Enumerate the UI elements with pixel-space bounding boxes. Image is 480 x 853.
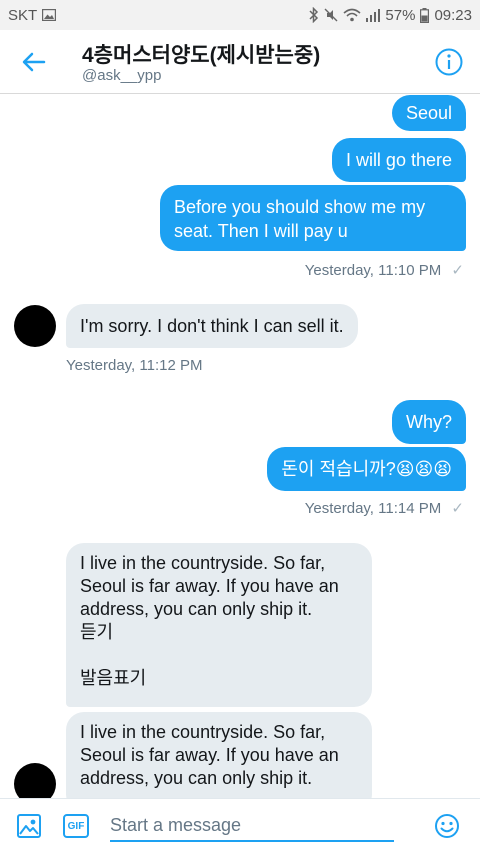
avatar[interactable] [14,305,56,347]
wifi-icon [343,8,361,22]
gif-label: GIF [67,820,85,832]
read-check-icon: ✓ [451,262,464,279]
battery-icon [420,7,430,23]
read-check-icon: ✓ [451,500,464,517]
info-icon [435,48,463,76]
gallery-notification-icon [42,9,57,21]
back-button[interactable] [14,44,54,80]
avatar[interactable] [14,763,56,798]
message-bubble-outgoing[interactable]: I will go there [331,138,466,182]
clock: 09:23 [434,6,472,24]
conversation-header: 4층머스터양도(제시받는중) @ask__ypp [0,30,480,94]
image-icon [17,814,41,838]
message-list[interactable]: Seoul I will go there Before you should … [0,95,480,798]
message-bubble-incoming[interactable]: I live in the countryside. So far, Seoul… [66,712,372,798]
message-bubble-outgoing[interactable]: Seoul [391,95,466,131]
message-timestamp: Yesterday, 11:12 PM [66,357,203,374]
message-bubble-incoming[interactable]: I live in the countryside. So far, Seoul… [66,543,372,707]
message-bubble-outgoing[interactable]: Why? [391,400,466,444]
message-composer: GIF [0,798,480,853]
add-gif-button[interactable]: GIF [63,814,89,838]
mute-icon [324,8,338,22]
message-bubble-incoming[interactable]: I'm sorry. I don't think I can sell it. [66,304,358,348]
add-image-button[interactable] [16,813,42,839]
message-bubble-outgoing[interactable]: 돈이 적습니까?😫😫😫 [267,447,466,491]
battery-percent: 57% [385,6,416,24]
conversation-handle: @ask__ypp [82,67,162,84]
signal-icon [366,8,381,22]
message-timestamp: Yesterday, 11:14 PM [304,500,442,517]
message-timestamp-row: Yesterday, 11:14 PM ✓ [305,499,464,517]
carrier-label: SKT [8,6,38,24]
message-bubble-outgoing[interactable]: Before you should show me my seat. Then … [160,185,466,251]
back-arrow-icon [22,52,46,72]
status-bar: SKT 57% 09:23 [0,0,480,30]
emoji-button[interactable] [434,813,460,839]
message-timestamp-row: Yesterday, 11:10 PM ✓ [305,261,464,279]
smiley-icon [435,814,459,838]
info-button[interactable] [432,45,466,79]
message-timestamp: Yesterday, 11:10 PM [304,262,442,279]
bluetooth-icon [309,7,319,23]
conversation-title: 4층머스터양도(제시받는중) [82,44,321,67]
message-input[interactable] [110,810,394,842]
